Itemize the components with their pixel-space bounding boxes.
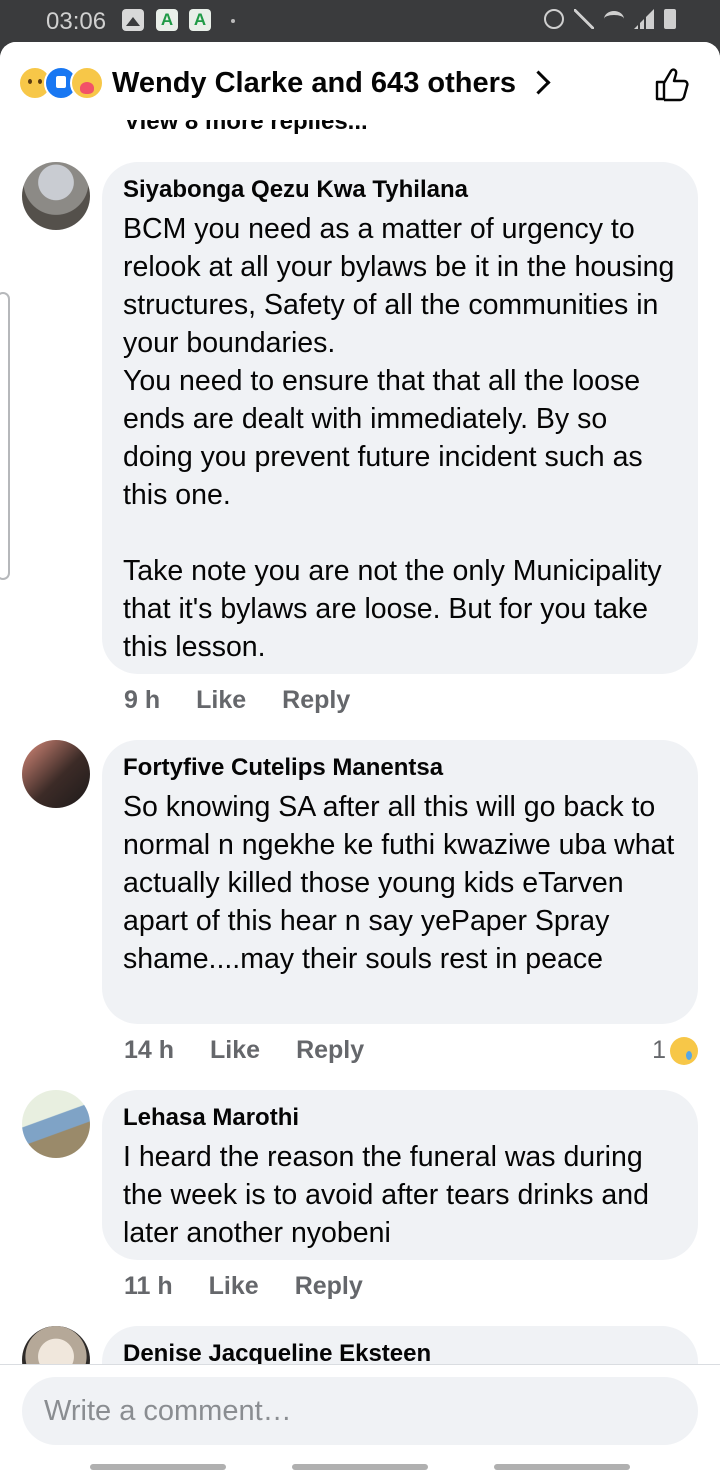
care-reaction-icon	[70, 66, 104, 100]
status-time: 03:06	[46, 8, 107, 35]
comment-text: So knowing SA after all this will go bac…	[123, 791, 675, 975]
status-bar: 03:06 A A	[0, 0, 720, 42]
like-button[interactable]: Like	[196, 686, 246, 715]
gallery-icon	[122, 9, 144, 31]
chevron-right-icon[interactable]	[526, 70, 551, 95]
back-button[interactable]	[494, 1464, 630, 1470]
app-notification-icon: A	[156, 9, 178, 31]
reactions-header[interactable]: Wendy Clarke and 643 others	[0, 42, 720, 120]
comment-input[interactable]	[22, 1377, 698, 1445]
comment-time[interactable]: 14 h	[124, 1036, 174, 1065]
comment-actions: 11 h Like Reply	[124, 1272, 363, 1301]
system-icons	[544, 9, 676, 29]
avatar[interactable]	[22, 1090, 90, 1158]
comment-actions: 9 h Like Reply	[124, 686, 350, 715]
reply-button[interactable]: Reply	[296, 1036, 364, 1065]
comment-author[interactable]: Lehasa Marothi	[123, 1104, 676, 1132]
comment-bubble[interactable]: Siyabonga Qezu Kwa Tyhilana BCM you need…	[102, 162, 698, 674]
comment-composer	[0, 1364, 720, 1480]
comment-author[interactable]: Siyabonga Qezu Kwa Tyhilana	[123, 176, 676, 204]
reply-button[interactable]: Reply	[295, 1272, 363, 1301]
recent-apps-button[interactable]	[90, 1464, 226, 1470]
wifi-icon	[604, 11, 624, 27]
comment-author[interactable]: Fortyfive Cutelips Manentsa	[123, 754, 676, 782]
battery-icon	[664, 9, 676, 29]
reaction-summary[interactable]	[18, 66, 108, 100]
reply-button[interactable]: Reply	[282, 686, 350, 715]
comments-sheet: Wendy Clarke and 643 others View 8 more …	[0, 42, 720, 1480]
avatar[interactable]	[22, 740, 90, 808]
mute-icon	[574, 9, 594, 29]
app-notification-icon: A	[189, 9, 211, 31]
like-button[interactable]: Like	[210, 1036, 260, 1065]
signal-icon	[634, 9, 654, 29]
alarm-icon	[544, 9, 564, 29]
home-button[interactable]	[292, 1464, 428, 1470]
comment-time[interactable]: 9 h	[124, 686, 160, 715]
comment-bubble[interactable]: Lehasa Marothi I heard the reason the fu…	[102, 1090, 698, 1260]
comment-bubble[interactable]: Fortyfive Cutelips Manentsa So knowing S…	[102, 740, 698, 1024]
reaction-count-number: 1	[652, 1036, 666, 1064]
thumbs-up-icon[interactable]	[654, 66, 690, 102]
like-button[interactable]: Like	[209, 1272, 259, 1301]
comment-text: I heard the reason the funeral was durin…	[123, 1141, 649, 1249]
comment-reaction-count[interactable]: 1	[652, 1036, 698, 1065]
scroll-handle[interactable]	[0, 292, 10, 580]
avatar[interactable]	[22, 162, 90, 230]
reactions-title[interactable]: Wendy Clarke and 643 others	[112, 67, 516, 100]
comment-text: BCM you need as a matter of urgency to r…	[123, 213, 675, 663]
more-notifications-dot-icon	[231, 19, 235, 23]
comment-actions: 14 h Like Reply	[124, 1036, 364, 1065]
crying-face-icon	[670, 1036, 698, 1065]
comment-time[interactable]: 11 h	[124, 1272, 173, 1301]
